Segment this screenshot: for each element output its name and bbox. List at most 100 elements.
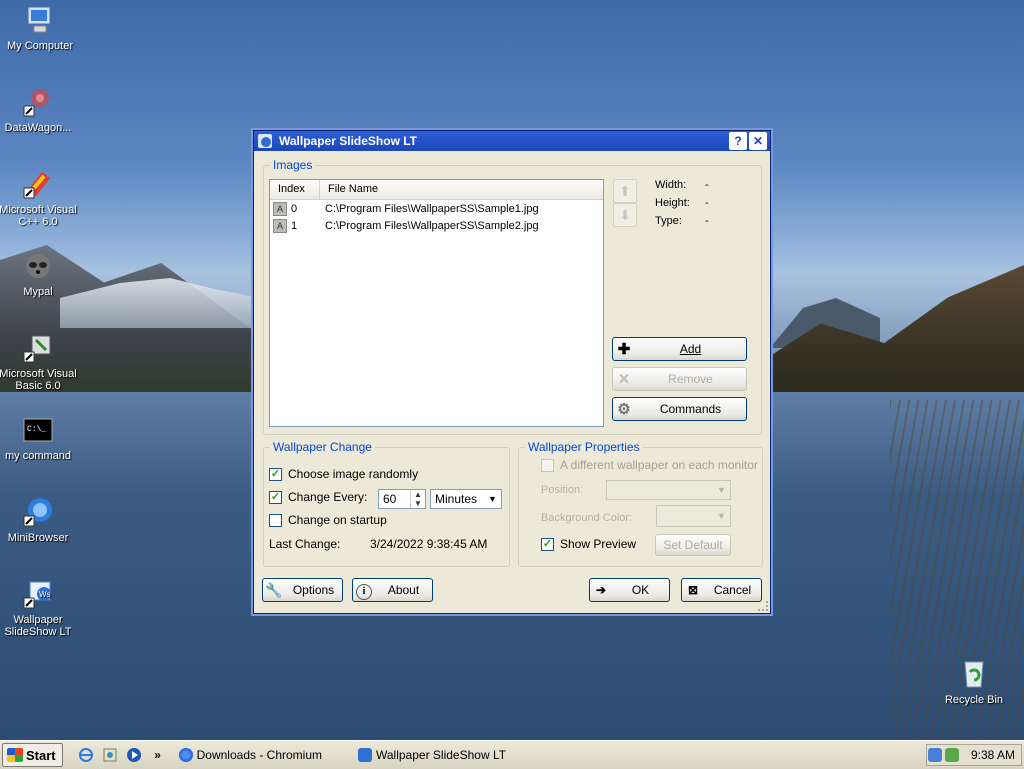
- quicklaunch-overflow[interactable]: »: [149, 746, 167, 764]
- list-item[interactable]: A0 C:\Program Files\WallpaperSS\Sample1.…: [270, 200, 603, 217]
- svg-text:C:\_: C:\_: [27, 425, 46, 434]
- checkbox-checked-icon: ✓: [541, 537, 554, 551]
- wallpaper-properties-title: Wallpaper Properties: [525, 440, 643, 454]
- slideshow-icon: Ws: [22, 578, 54, 610]
- desktop-icon-mypal[interactable]: Mypal: [0, 250, 78, 298]
- options-button[interactable]: 🔧 Options: [262, 578, 343, 602]
- row-file-name: C:\Program Files\WallpaperSS\Sample1.jpg: [325, 202, 539, 215]
- add-button-label: Add: [679, 342, 702, 356]
- row-file-name: C:\Program Files\WallpaperSS\Sample2.jpg: [325, 219, 539, 232]
- interval-unit-value: Minutes: [435, 492, 478, 506]
- chevron-down-icon: ▼: [484, 490, 501, 508]
- set-default-button[interactable]: Set Default: [655, 534, 731, 556]
- type-label: Type:: [655, 215, 682, 227]
- help-button[interactable]: ?: [729, 132, 747, 150]
- resize-grip[interactable]: [758, 601, 768, 611]
- chevron-down-icon: ▼: [713, 481, 730, 499]
- change-every-checkbox[interactable]: ✓ Change Every:: [269, 490, 367, 504]
- checkbox-unchecked-icon: [541, 458, 554, 472]
- close-button[interactable]: ✕: [749, 132, 767, 150]
- taskbar-item-chromium[interactable]: Downloads - Chromium: [173, 744, 328, 766]
- about-label: About: [387, 583, 420, 597]
- desktop-icon-label: Recycle Bin: [944, 694, 1004, 706]
- network-tray-icon[interactable]: [944, 748, 959, 762]
- images-group-title: Images: [270, 158, 316, 172]
- interval-value: 60: [383, 492, 397, 506]
- system-tray: 9:38 AM: [926, 744, 1022, 766]
- desktop-icon-label: Mypal: [23, 286, 53, 298]
- background-color-select[interactable]: ▼: [656, 505, 731, 527]
- change-startup-checkbox[interactable]: Change on startup: [269, 513, 387, 527]
- list-item[interactable]: A1 C:\Program Files\WallpaperSS\Sample2.…: [270, 217, 603, 234]
- images-listview[interactable]: Index File Name A0 C:\Program Files\Wall…: [269, 179, 604, 427]
- desktop-icon-my-command[interactable]: C:\_ my command: [0, 414, 78, 462]
- explorer-quicklaunch-icon[interactable]: [101, 746, 119, 764]
- change-startup-label: Change on startup: [288, 513, 387, 527]
- ie-quicklaunch-icon[interactable]: [77, 746, 95, 764]
- cancel-button[interactable]: ⊠ Cancel: [681, 578, 762, 602]
- image-file-icon: A: [273, 218, 287, 233]
- interval-unit-select[interactable]: Minutes ▼: [430, 489, 502, 509]
- choose-random-label: Choose image randomly: [288, 467, 419, 481]
- last-change-value: 3/24/2022 9:38:45 AM: [370, 537, 488, 551]
- title-bar[interactable]: Wallpaper SlideShow LT ? ✕: [254, 131, 770, 151]
- globe-icon: [22, 496, 54, 528]
- list-header: Index File Name: [270, 180, 603, 200]
- image-file-icon: A: [273, 201, 287, 216]
- desktop-icon-my-computer[interactable]: My Computer: [0, 4, 80, 52]
- remove-button[interactable]: ✕ Remove: [612, 367, 747, 391]
- spin-arrows-icon[interactable]: ▲ ▼: [410, 490, 425, 508]
- column-index-header[interactable]: Index: [270, 180, 320, 199]
- row-index: 0: [291, 202, 298, 215]
- desktop-icon-label: My Computer: [6, 40, 74, 52]
- checkbox-unchecked-icon: [269, 513, 282, 527]
- start-button[interactable]: Start: [2, 743, 63, 767]
- arrow-up-icon: ⬆: [619, 182, 631, 199]
- cancel-label: Cancel: [713, 583, 752, 597]
- desktop-icon-label: Microsoft Visual C++ 6.0: [0, 204, 77, 228]
- desktop-icon-label: Wallpaper SlideShow LT: [4, 614, 72, 638]
- different-each-monitor-checkbox[interactable]: A different wallpaper on each monitor: [541, 458, 758, 472]
- show-preview-label: Show Preview: [560, 537, 637, 551]
- about-button[interactable]: i About: [352, 578, 433, 602]
- x-box-icon: ⊠: [687, 583, 699, 597]
- taskbar: Start » Downloads - Chromium Wallpaper S…: [0, 740, 1024, 769]
- chromium-icon: [178, 748, 193, 762]
- dialog-title: Wallpaper SlideShow LT: [279, 134, 418, 148]
- position-select[interactable]: ▼: [606, 480, 731, 500]
- move-up-button[interactable]: ⬆: [613, 179, 637, 203]
- type-value: -: [705, 215, 709, 227]
- media-player-quicklaunch-icon[interactable]: [125, 746, 143, 764]
- taskbar-item-wallpaper-slideshow[interactable]: Wallpaper SlideShow LT: [352, 744, 512, 766]
- add-button[interactable]: ✚ Add: [612, 337, 747, 361]
- desktop-icon-recycle-bin[interactable]: Recycle Bin: [934, 658, 1014, 706]
- desktop-icon-label: MiniBrowser: [7, 532, 69, 544]
- desktop-icon-datawagon[interactable]: DataWagon...: [0, 86, 78, 134]
- show-preview-checkbox[interactable]: ✓ Show Preview: [541, 537, 636, 551]
- computer-icon: [24, 4, 56, 36]
- raccoon-icon: [22, 250, 54, 282]
- width-label: Width:: [655, 179, 687, 191]
- desktop-icon-visual-cpp[interactable]: Microsoft Visual C++ 6.0: [0, 168, 78, 228]
- checkbox-checked-icon: ✓: [269, 490, 282, 504]
- desktop-icon-wallpaper-slideshow[interactable]: Ws Wallpaper SlideShow LT: [0, 578, 78, 638]
- info-icon: i: [353, 581, 375, 600]
- desktop-icon-minibrowser[interactable]: MiniBrowser: [0, 496, 78, 544]
- wallpaper-change-title: Wallpaper Change: [270, 440, 375, 454]
- interval-stepper[interactable]: 60 ▲ ▼: [378, 489, 426, 509]
- slideshow-tray-icon[interactable]: [927, 748, 942, 762]
- choose-random-checkbox[interactable]: ✓ Choose image randomly: [269, 467, 418, 481]
- ok-button[interactable]: ➔ OK: [589, 578, 670, 602]
- gear-icon: ⚙: [617, 401, 631, 418]
- different-each-monitor-label: A different wallpaper on each monitor: [560, 458, 758, 472]
- wallpaper-slideshow-dialog: Wallpaper SlideShow LT ? ✕ Images Index …: [253, 130, 771, 614]
- clock[interactable]: 9:38 AM: [971, 748, 1015, 762]
- desktop-icon-visual-basic[interactable]: Microsoft Visual Basic 6.0: [0, 332, 78, 392]
- commands-button[interactable]: ⚙ Commands: [612, 397, 747, 421]
- ok-label: OK: [631, 583, 650, 597]
- app-icon: [257, 133, 273, 149]
- column-file-name-header[interactable]: File Name: [320, 180, 603, 199]
- move-down-button[interactable]: ⬇: [613, 203, 637, 227]
- datawagon-icon: [22, 86, 54, 118]
- x-icon: ✕: [617, 371, 631, 388]
